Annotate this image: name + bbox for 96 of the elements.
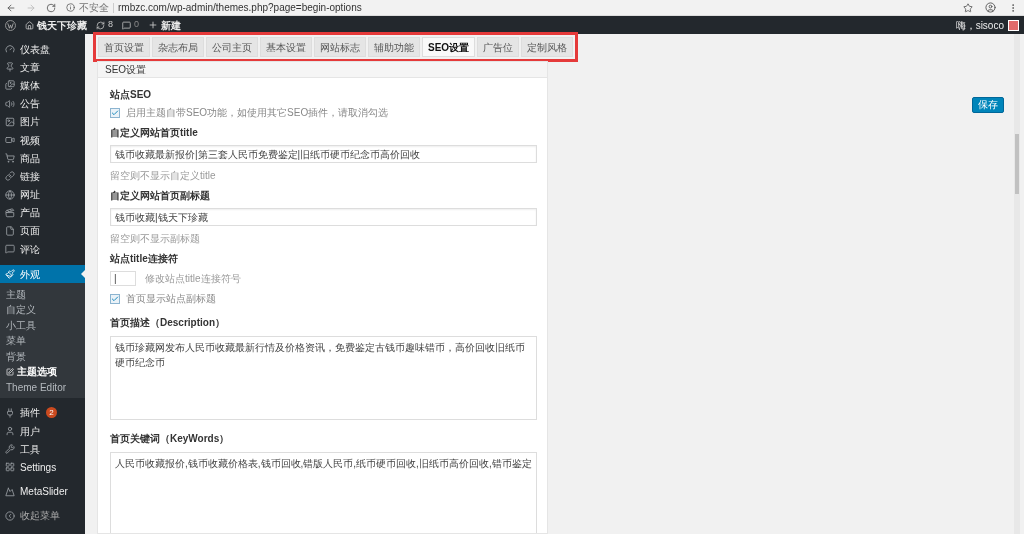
field-label: 站点title连接符 xyxy=(110,254,179,264)
sidebar-item[interactable]: 外观 xyxy=(0,265,85,284)
submenu-item[interactable]: 主题选项 xyxy=(0,363,85,380)
tab[interactable]: SEO设置 xyxy=(422,37,476,57)
current-arrow-icon xyxy=(81,270,85,279)
tab[interactable]: 辅助功能 xyxy=(368,37,420,57)
field-label: 首页关键词（KeyWords） xyxy=(110,434,231,444)
sidebar-item[interactable]: 链接 xyxy=(0,167,85,186)
back-icon[interactable] xyxy=(6,2,16,13)
checkbox[interactable] xyxy=(110,108,120,118)
sidebar-item[interactable]: 评论 xyxy=(0,240,85,259)
field-label: 首页描述（Description） xyxy=(110,318,226,328)
sidebar-item[interactable]: 图片 xyxy=(0,112,85,131)
plug-icon xyxy=(5,407,15,418)
updates-icon xyxy=(96,20,105,30)
grid-icon xyxy=(5,462,15,473)
collapse-icon xyxy=(5,510,15,521)
sidebar-item[interactable]: 用户 xyxy=(0,421,85,441)
submenu-item[interactable]: 背景 xyxy=(0,348,85,364)
submenu-item[interactable]: 菜单 xyxy=(0,332,85,349)
wrench-icon xyxy=(5,444,15,455)
profile-icon[interactable] xyxy=(985,2,996,13)
wordpress-logo-icon[interactable] xyxy=(5,19,16,31)
sidebar-item[interactable]: 媒体 xyxy=(0,76,85,95)
cart-icon xyxy=(5,153,15,164)
sidebar-item[interactable]: 网址 xyxy=(0,185,85,204)
image-icon xyxy=(5,116,15,127)
checkbox-label: 启用主题自带SEO功能，如使用其它SEO插件，请取消勾选 xyxy=(126,108,389,118)
count-badge: 2 xyxy=(46,407,57,419)
submenu-item[interactable]: 主题 xyxy=(0,286,85,302)
new-link[interactable]: 新建 xyxy=(161,17,182,33)
speaker-icon xyxy=(5,98,15,109)
info-icon[interactable] xyxy=(66,3,75,12)
tab[interactable]: 公司主页 xyxy=(206,37,258,57)
field-hint: 修改站点title连接符号 xyxy=(145,273,241,284)
page-icon xyxy=(5,225,15,236)
tab[interactable]: 基本设置 xyxy=(260,37,312,57)
panel-title: SEO设置 xyxy=(98,62,547,78)
tab[interactable]: 广告位 xyxy=(477,37,520,57)
film-icon xyxy=(5,207,15,218)
text-area[interactable]: 人民币收藏报价,钱币收藏价格表,钱币回收,错版人民币,纸币硬币回收,旧纸币高价回收,错币鉴定 xyxy=(110,452,537,533)
dashboard-icon xyxy=(5,44,15,55)
comment-icon xyxy=(5,244,15,255)
reload-icon[interactable] xyxy=(46,2,56,13)
home-icon xyxy=(25,20,34,30)
images-icon xyxy=(5,80,15,91)
scrollbar-thumb[interactable] xyxy=(1015,134,1019,194)
field-label: 自定义网站首页title xyxy=(110,128,199,138)
submenu-item[interactable]: 自定义 xyxy=(0,301,85,318)
tab[interactable]: 首页设置 xyxy=(98,37,150,57)
sidebar-item[interactable]: 收起菜单 xyxy=(0,506,85,525)
sidebar-item[interactable]: Settings xyxy=(0,458,85,477)
brush-icon xyxy=(5,269,15,280)
bookmark-star-icon[interactable] xyxy=(963,2,973,13)
security-label: 不安全 xyxy=(79,1,109,15)
video-icon xyxy=(5,135,15,146)
sidebar-item[interactable]: 页面 xyxy=(0,221,85,241)
globe-icon xyxy=(5,189,15,200)
sidebar-item[interactable]: 文章 xyxy=(0,58,85,77)
sidebar-item[interactable]: 仪表盘 xyxy=(0,40,85,59)
sidebar-item[interactable]: 产品 xyxy=(0,203,85,222)
tab[interactable]: 杂志布局 xyxy=(152,37,204,57)
user-icon xyxy=(5,426,15,437)
sidebar-item[interactable]: 公告 xyxy=(0,94,85,113)
field-hint: 留空则不显示副标题 xyxy=(110,234,201,244)
field-label: 自定义网站首页副标题 xyxy=(110,191,211,201)
submenu-item[interactable]: 小工具 xyxy=(0,317,85,333)
plus-icon xyxy=(148,20,159,30)
tab[interactable]: 网站标志 xyxy=(314,37,366,57)
submenu-item[interactable]: Theme Editor xyxy=(0,379,85,395)
address-bar[interactable]: rmbzc.com/wp-admin/themes.php?page=begin-options xyxy=(113,2,362,13)
pin-icon xyxy=(5,62,15,73)
sidebar-item[interactable]: 插件 2 xyxy=(0,403,85,422)
avatar-icon[interactable] xyxy=(1008,19,1019,31)
sidebar-item[interactable]: 商品 xyxy=(0,149,85,168)
greeting-link[interactable]: 嗨，sisoco xyxy=(955,17,1004,33)
sidebar-item[interactable]: MetaSlider xyxy=(0,482,85,501)
save-button[interactable]: 保存 xyxy=(972,97,1004,113)
field-hint: 留空则不显示自定义title xyxy=(110,171,217,181)
text-field[interactable]: 钱币收藏最新报价|第三套人民币免费鉴定|旧纸币硬币纪念币高价回收 xyxy=(110,145,537,163)
link-icon xyxy=(5,171,15,182)
text-field[interactable]: | xyxy=(110,271,136,286)
checkbox[interactable] xyxy=(110,294,120,304)
section-title: 站点SEO xyxy=(110,88,153,100)
comments-count[interactable]: 0 xyxy=(134,18,140,32)
comments-icon xyxy=(122,20,131,30)
edit-icon xyxy=(6,367,14,376)
site-link[interactable]: 钱天下珍藏 xyxy=(37,17,87,33)
text-area[interactable]: 钱币珍藏网发布人民币收藏最新行情及价格资讯，免费鉴定古钱币趣味错币，高价回收旧纸币硬币纪念币 xyxy=(110,336,537,420)
tab[interactable]: 定制风格 xyxy=(521,37,574,57)
updates-count[interactable]: 8 xyxy=(108,18,113,32)
sidebar-item[interactable]: 工具 xyxy=(0,440,85,459)
text-field[interactable]: 钱币收藏|钱天下珍藏 xyxy=(110,208,537,226)
checkbox-label: 首页显示站点副标题 xyxy=(126,294,216,304)
sidebar-item[interactable]: 视频 xyxy=(0,130,85,150)
mountain-icon xyxy=(5,486,15,497)
